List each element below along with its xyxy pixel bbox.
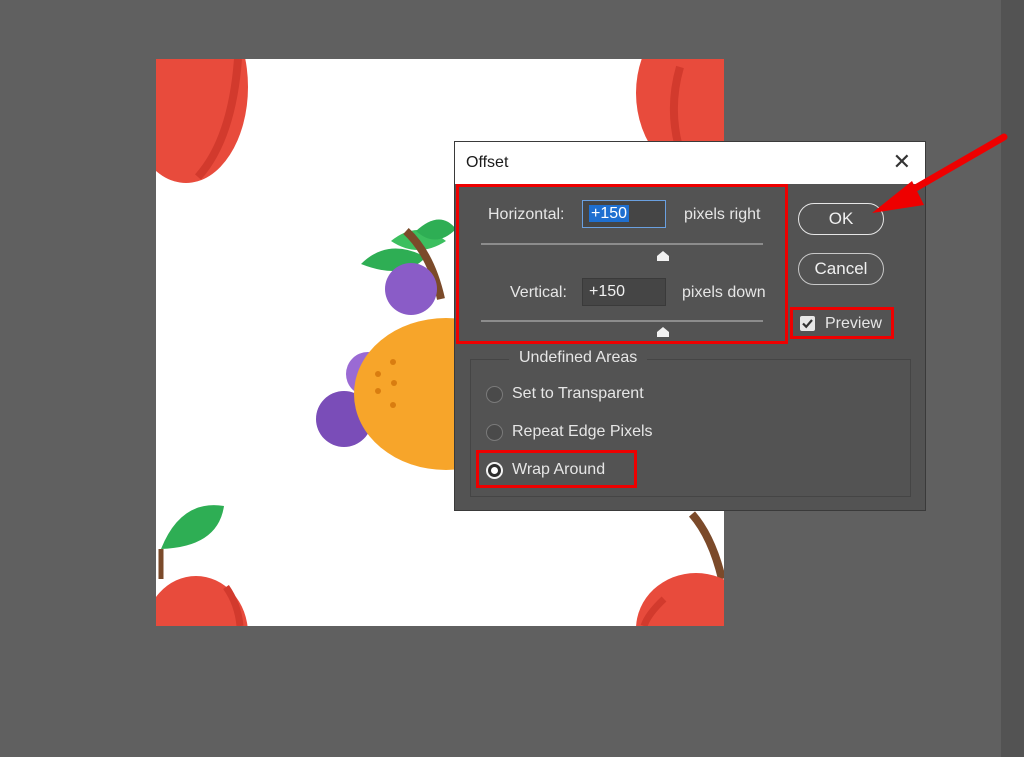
horizontal-label: Horizontal: [488, 206, 565, 223]
wrap-around-label: Wrap Around [512, 461, 606, 478]
red-arrow-icon [872, 133, 1008, 213]
preview-label: Preview [825, 315, 882, 332]
checkmark-icon [802, 319, 813, 329]
radio-set-to-transparent[interactable] [486, 386, 503, 403]
horizontal-slider-track[interactable] [481, 243, 763, 245]
horizontal-input[interactable]: +150 [582, 200, 666, 228]
undefined-areas-legend: Undefined Areas [509, 349, 648, 367]
repeat-edge-pixels-label: Repeat Edge Pixels [512, 423, 653, 440]
offset-dialog: Offset ✕ Horizontal: +150 pixels right V… [454, 141, 926, 511]
horizontal-slider-thumb[interactable] [656, 250, 670, 262]
vertical-slider-thumb[interactable] [656, 326, 670, 338]
vertical-label: Vertical: [510, 284, 567, 301]
dialog-title: Offset [466, 154, 509, 171]
cancel-button[interactable]: Cancel [798, 253, 884, 285]
dialog-titlebar[interactable]: Offset ✕ [455, 142, 925, 184]
horizontal-unit: pixels right [684, 206, 761, 223]
radio-wrap-around[interactable] [486, 462, 503, 479]
right-panel-strip [1001, 0, 1024, 757]
vertical-input[interactable]: +150 [582, 278, 666, 306]
set-to-transparent-label: Set to Transparent [512, 385, 644, 402]
horizontal-input-value: +150 [589, 205, 630, 222]
preview-checkbox[interactable] [800, 316, 815, 331]
vertical-input-value: +150 [589, 283, 626, 300]
radio-repeat-edge-pixels[interactable] [486, 424, 503, 441]
vertical-slider-track[interactable] [481, 320, 763, 322]
undefined-areas-group: Undefined Areas Set to Transparent Repea… [470, 349, 911, 497]
vertical-unit: pixels down [682, 284, 766, 301]
